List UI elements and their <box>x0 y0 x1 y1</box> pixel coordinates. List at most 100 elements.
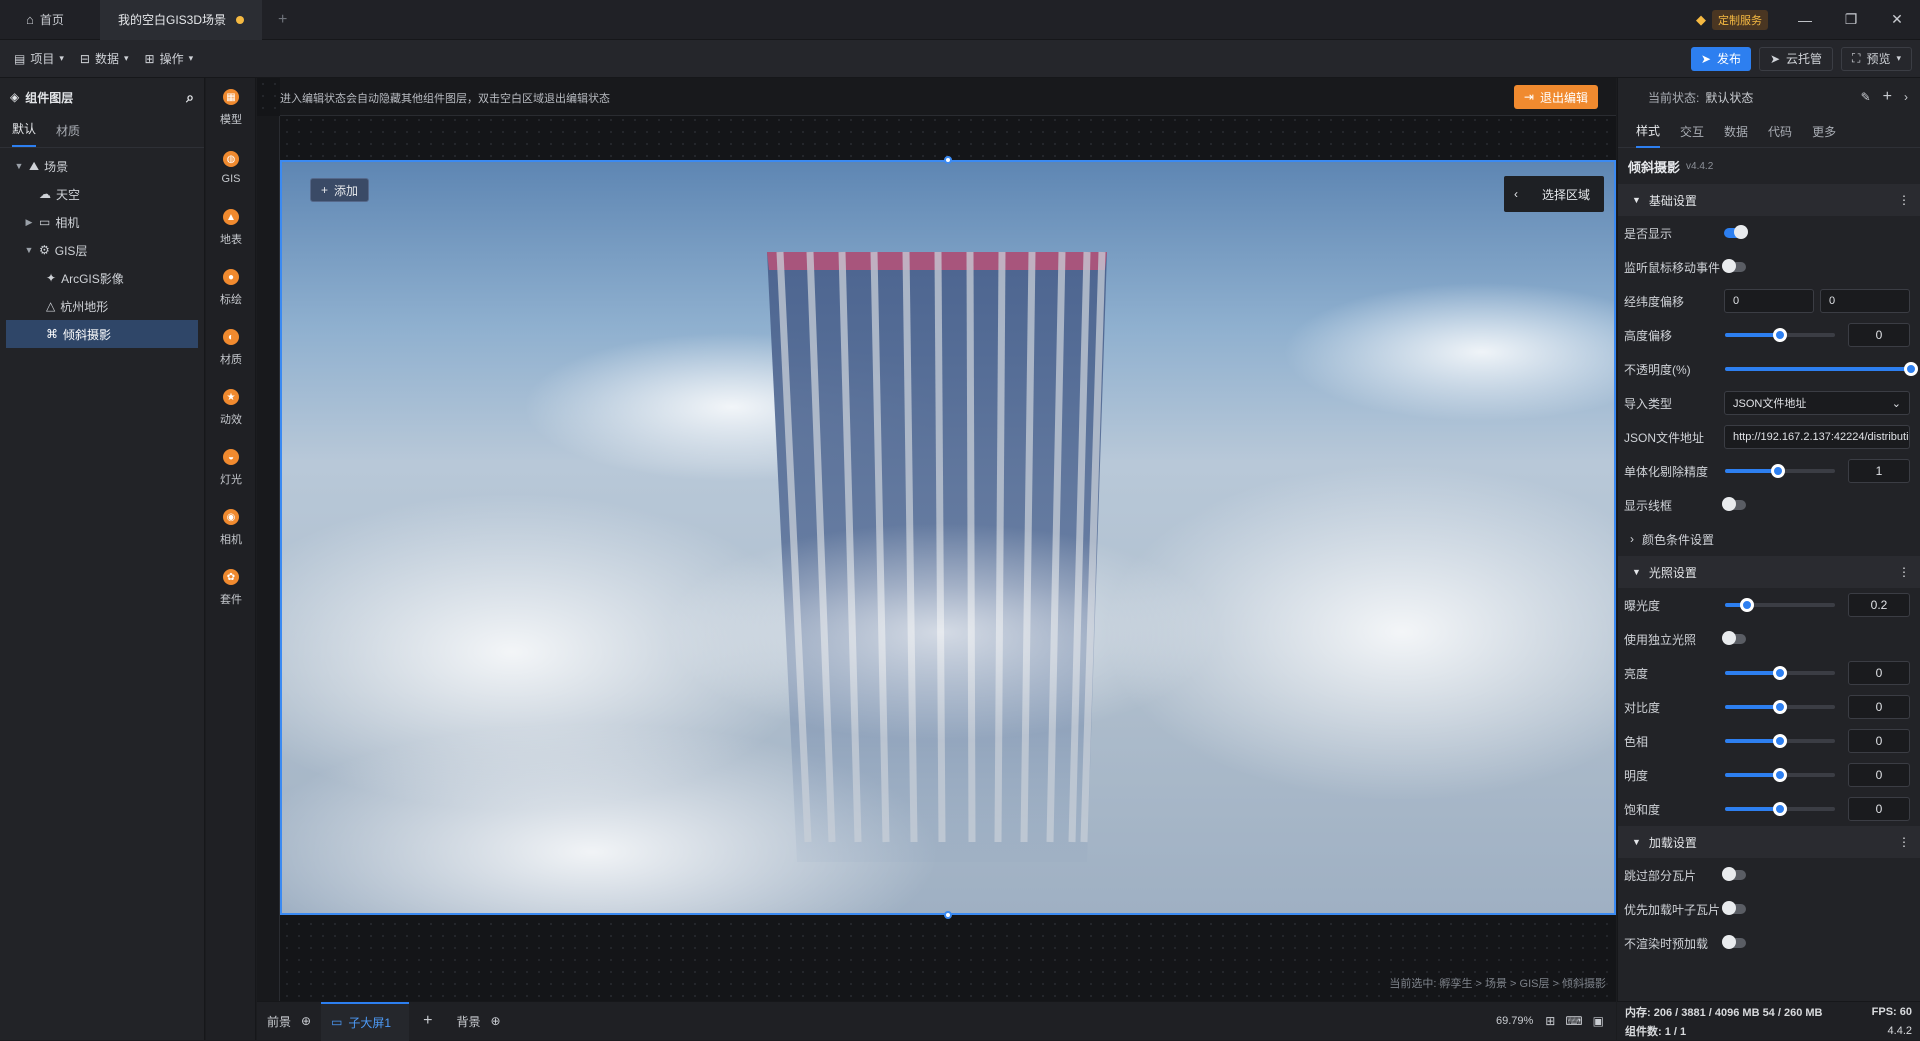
tool-light[interactable]: ◒ 灯光 <box>206 438 256 498</box>
tool-material[interactable]: ◐ 材质 <box>206 318 256 378</box>
height-offset-input[interactable]: 0 <box>1848 323 1910 347</box>
tab-default[interactable]: 默认 <box>12 120 37 147</box>
add-screen-button[interactable]: + <box>409 1012 446 1030</box>
screen-tab-active[interactable]: ▭ 子大屏1 <box>321 1001 410 1041</box>
select-area-button[interactable]: ‹ 选择区域 <box>1504 176 1604 212</box>
section-basic[interactable]: ▼ 基础设置 ⋮ <box>1618 184 1920 216</box>
tab-interaction[interactable]: 交互 <box>1680 116 1704 148</box>
resize-handle-bottom[interactable] <box>944 911 952 919</box>
mouse-event-toggle[interactable] <box>1722 259 1746 273</box>
caret-down-icon[interactable]: ▼ <box>14 161 24 171</box>
precision-slider[interactable] <box>1725 464 1835 478</box>
add-circle-icon[interactable]: ⊕ <box>301 1014 311 1028</box>
section-load[interactable]: ▼ 加载设置 ⋮ <box>1618 826 1920 858</box>
restore-icon[interactable]: ❐ <box>1828 0 1874 40</box>
tree-item-scene[interactable]: ▼ ⛰ 场景 <box>6 152 198 180</box>
plus-icon: + <box>321 183 329 197</box>
saturation-slider[interactable] <box>1725 802 1835 816</box>
ruler-left <box>257 116 280 1001</box>
tool-marker[interactable]: ● 标绘 <box>206 258 256 318</box>
brightness-slider[interactable] <box>1725 666 1835 680</box>
tool-gis[interactable]: ◍ GIS <box>206 138 256 198</box>
tool-kit[interactable]: ✿ 套件 <box>206 558 256 618</box>
zoom-level[interactable]: 69.79% <box>1496 1015 1533 1027</box>
more-vertical-icon[interactable]: ⋮ <box>1898 193 1910 207</box>
plus-icon[interactable]: + <box>1883 88 1892 106</box>
more-vertical-icon[interactable]: ⋮ <box>1898 565 1910 579</box>
tool-surface[interactable]: ▲ 地表 <box>206 198 256 258</box>
exit-edit-button[interactable]: ⇥ 退出编辑 <box>1513 85 1598 109</box>
tree-item-camera[interactable]: ▶ ▭ 相机 <box>6 208 198 236</box>
tree-item-gis-layer[interactable]: ▼ ⚙ GIS层 <box>6 236 198 264</box>
back-layer-tab[interactable]: 背景 ⊕ <box>446 1002 510 1041</box>
fit-screen-icon[interactable]: ⊞ <box>1545 1014 1555 1028</box>
tree-item-arcgis[interactable]: ✦ ArcGIS影像 <box>6 264 198 292</box>
prop-mouse-event: 监听鼠标移动事件 <box>1618 250 1920 284</box>
tool-camera[interactable]: ◉ 相机 <box>206 498 256 558</box>
menu-operate[interactable]: ⊞ 操作 ▾ <box>137 40 202 78</box>
front-layer-tab[interactable]: 前景 ⊕ <box>257 1002 321 1041</box>
tab-material[interactable]: 材质 <box>56 122 80 147</box>
tab-code[interactable]: 代码 <box>1768 116 1792 148</box>
lightness-slider[interactable] <box>1725 768 1835 782</box>
scene-viewport[interactable]: + 添加 ‹ 选择区域 <box>280 160 1616 915</box>
add-button[interactable]: + 添加 <box>310 178 370 202</box>
skip-tiles-toggle[interactable] <box>1722 867 1746 881</box>
edit-icon[interactable]: ✎ <box>1861 90 1871 104</box>
material-icon: ◐ <box>223 329 239 345</box>
publish-button[interactable]: ➤ 发布 <box>1690 46 1751 71</box>
tree-item-oblique[interactable]: ⌘ 倾斜摄影 <box>6 320 198 348</box>
prop-color-condition[interactable]: › 颜色条件设置 <box>1618 522 1920 556</box>
minimize-icon[interactable]: — <box>1782 0 1828 40</box>
chevron-right-icon[interactable]: › <box>1904 90 1908 104</box>
prefer-leaf-toggle[interactable] <box>1722 901 1746 915</box>
contrast-slider[interactable] <box>1725 700 1835 714</box>
section-light[interactable]: ▼ 光照设置 ⋮ <box>1618 556 1920 588</box>
height-offset-slider[interactable] <box>1725 328 1835 342</box>
terminal-icon[interactable]: ▣ <box>1593 1014 1604 1028</box>
exposure-input[interactable]: 0.2 <box>1848 593 1910 617</box>
exposure-slider[interactable] <box>1725 598 1835 612</box>
visible-toggle[interactable] <box>1724 225 1748 239</box>
tab-more[interactable]: 更多 <box>1812 116 1836 148</box>
caret-down-icon[interactable]: ▼ <box>24 245 34 255</box>
lat-offset-input[interactable]: 0 <box>1820 289 1910 313</box>
brightness-input[interactable]: 0 <box>1848 661 1910 685</box>
json-url-input[interactable]: http://192.167.2.137:42224/distributi <box>1724 425 1910 449</box>
lng-offset-input[interactable]: 0 <box>1724 289 1814 313</box>
resize-handle-top[interactable] <box>944 156 952 164</box>
keyboard-icon[interactable]: ⌨ <box>1565 1014 1582 1028</box>
independent-light-toggle[interactable] <box>1722 631 1746 645</box>
caret-right-icon[interactable]: ▶ <box>24 217 34 228</box>
opacity-slider[interactable] <box>1725 362 1918 376</box>
menu-project[interactable]: ▤ 项目 ▾ <box>0 40 72 78</box>
add-circle-icon[interactable]: ⊕ <box>490 1014 500 1028</box>
tab-style[interactable]: 样式 <box>1636 116 1661 148</box>
tree-item-sky[interactable]: ☁ 天空 <box>6 180 198 208</box>
menu-data[interactable]: ⊟ 数据 ▾ <box>72 40 137 78</box>
close-icon[interactable]: ✕ <box>1874 0 1920 40</box>
precision-input[interactable]: 1 <box>1848 459 1910 483</box>
preview-button[interactable]: ⛶ 预览 ▾ <box>1841 46 1912 71</box>
tree-item-terrain[interactable]: △ 杭州地形 <box>6 292 198 320</box>
import-type-select[interactable]: JSON文件地址 ⌄ <box>1724 391 1910 415</box>
custom-service-button[interactable]: ◆ 定制服务 <box>1696 9 1768 30</box>
tool-effect[interactable]: ★ 动效 <box>206 378 256 438</box>
wireframe-toggle[interactable] <box>1722 497 1746 511</box>
home-tab[interactable]: ⌂ 首页 <box>0 0 100 40</box>
state-value[interactable]: 默认状态 <box>1705 89 1753 106</box>
lightness-input[interactable]: 0 <box>1848 763 1910 787</box>
tab-data[interactable]: 数据 <box>1724 116 1748 148</box>
no-preload-toggle[interactable] <box>1722 935 1746 949</box>
new-tab-button[interactable]: + <box>262 0 303 40</box>
more-vertical-icon[interactable]: ⋮ <box>1898 835 1910 849</box>
saturation-input[interactable]: 0 <box>1848 797 1910 821</box>
tool-model[interactable]: ▦ 模型 <box>206 78 256 138</box>
document-tab[interactable]: 我的空白GIS3D场景 <box>100 0 262 40</box>
hue-input[interactable]: 0 <box>1848 729 1910 753</box>
oblique-icon: ⌘ <box>46 327 58 341</box>
hue-slider[interactable] <box>1725 734 1835 748</box>
cloud-host-button[interactable]: ➤ 云托管 <box>1758 46 1834 71</box>
search-icon[interactable]: ⌕ <box>186 89 194 106</box>
contrast-input[interactable]: 0 <box>1848 695 1910 719</box>
